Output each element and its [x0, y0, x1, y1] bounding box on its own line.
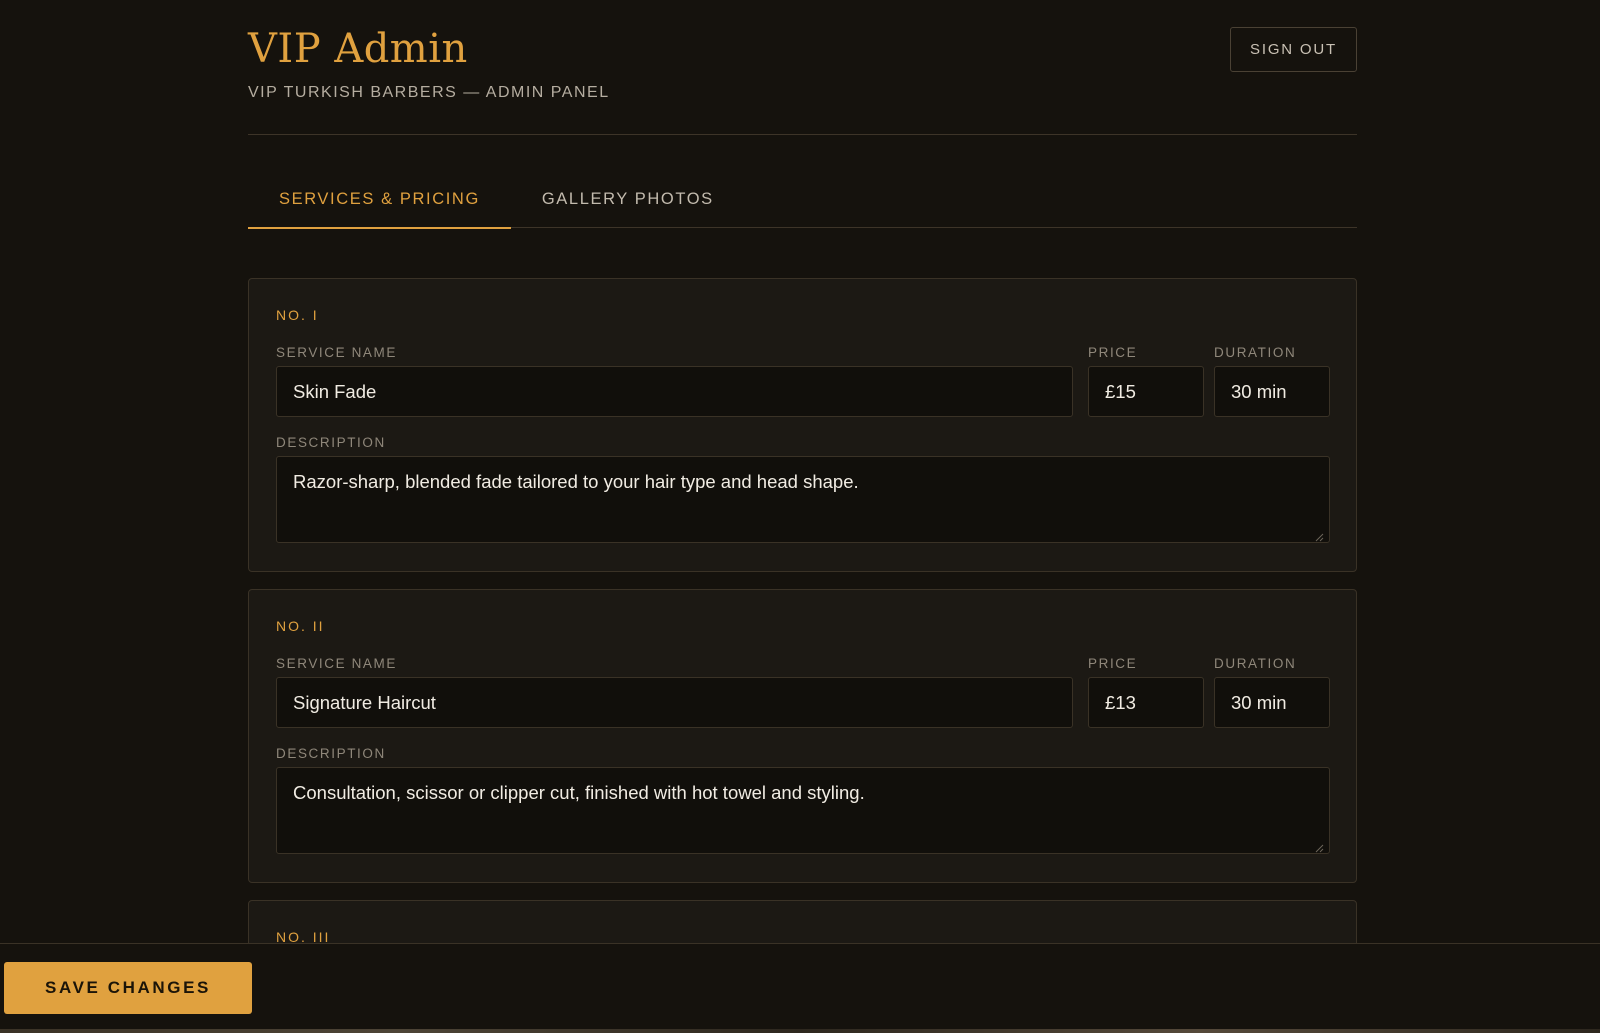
- price-input[interactable]: [1088, 366, 1204, 417]
- admin-page: VIP Admin VIP TURKISH BARBERS — ADMIN PA…: [0, 0, 1600, 1033]
- sign-out-button[interactable]: SIGN OUT: [1230, 27, 1357, 72]
- duration-label: DURATION: [1214, 656, 1297, 671]
- page-header: VIP Admin VIP TURKISH BARBERS — ADMIN PA…: [248, 0, 1357, 135]
- service-name-input[interactable]: [276, 677, 1073, 728]
- description-label: DESCRIPTION: [276, 746, 386, 761]
- main-container: VIP Admin VIP TURKISH BARBERS — ADMIN PA…: [248, 0, 1357, 1020]
- tab-services-pricing[interactable]: SERVICES & PRICING: [248, 170, 511, 229]
- price-label: PRICE: [1088, 656, 1138, 671]
- price-input[interactable]: [1088, 677, 1204, 728]
- service-name-label: SERVICE NAME: [276, 345, 397, 360]
- resize-grip-icon[interactable]: [1314, 532, 1324, 542]
- description-textarea[interactable]: Consultation, scissor or clipper cut, fi…: [276, 767, 1330, 854]
- resize-grip-icon[interactable]: [1314, 843, 1324, 853]
- description-label: DESCRIPTION: [276, 435, 386, 450]
- duration-input[interactable]: [1214, 366, 1330, 417]
- bottom-edge: [0, 1029, 1600, 1033]
- price-label: PRICE: [1088, 345, 1138, 360]
- page-subtitle: VIP TURKISH BARBERS — ADMIN PANEL: [248, 84, 610, 101]
- service-card: NO. II SERVICE NAME PRICE DURATION DESCR…: [248, 589, 1357, 883]
- tab-bar: SERVICES & PRICING GALLERY PHOTOS: [248, 170, 1357, 229]
- tab-gallery-photos[interactable]: GALLERY PHOTOS: [511, 170, 745, 228]
- service-number: NO. I: [276, 307, 319, 323]
- description-textarea[interactable]: Razor-sharp, blended fade tailored to yo…: [276, 456, 1330, 543]
- service-name-input[interactable]: [276, 366, 1073, 417]
- save-changes-button[interactable]: SAVE CHANGES: [4, 962, 252, 1014]
- service-number: NO. II: [276, 618, 325, 634]
- duration-input[interactable]: [1214, 677, 1330, 728]
- save-bar: SAVE CHANGES: [0, 943, 1600, 1033]
- page-title: VIP Admin: [248, 26, 468, 72]
- service-name-label: SERVICE NAME: [276, 656, 397, 671]
- duration-label: DURATION: [1214, 345, 1297, 360]
- service-card: NO. I SERVICE NAME PRICE DURATION DESCRI…: [248, 278, 1357, 572]
